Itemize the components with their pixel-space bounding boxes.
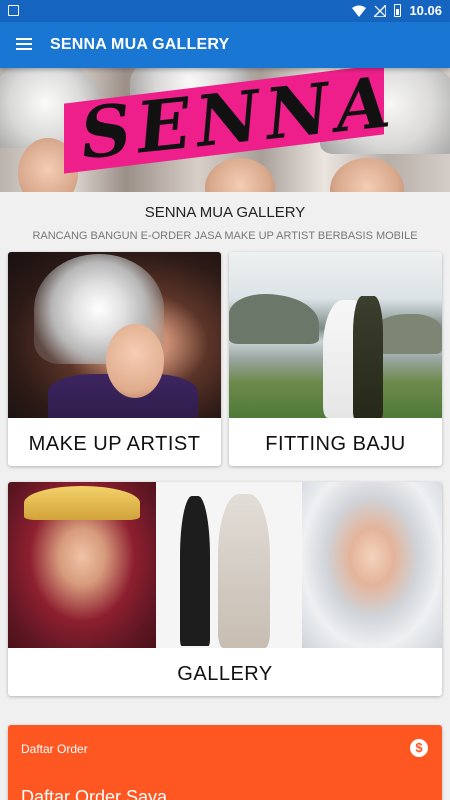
banner-logo: SENNA <box>76 68 400 176</box>
info-subtitle: RANCANG BANGUN E-ORDER JASA MAKE UP ARTI… <box>32 230 418 242</box>
signal-icon <box>374 4 387 17</box>
fitting-baju-label: FITTING BAJU <box>265 433 406 455</box>
status-icons: 10.06 <box>352 3 442 18</box>
gallery-card[interactable]: GALLERY <box>8 482 442 696</box>
status-time: 10.06 <box>409 3 442 18</box>
make-up-artist-image <box>8 252 221 418</box>
status-bar: 10.06 <box>0 0 450 22</box>
dollar-icon: $ <box>410 739 428 757</box>
make-up-artist-card[interactable]: MAKE UP ARTIST <box>8 252 221 466</box>
fitting-baju-card[interactable]: FITTING BAJU <box>229 252 442 466</box>
fitting-baju-image <box>229 252 442 418</box>
app-bar: SENNA MUA GALLERY <box>0 22 450 68</box>
menu-icon[interactable] <box>16 38 32 51</box>
info-title: SENNA MUA GALLERY <box>144 204 306 221</box>
make-up-artist-label: MAKE UP ARTIST <box>28 433 201 455</box>
wifi-icon <box>352 5 367 17</box>
battery-icon <box>394 4 402 17</box>
gallery-photo-1 <box>8 482 156 648</box>
header-banner: SENNA <box>0 68 450 192</box>
order-card-small-label: Daftar Order <box>21 742 88 756</box>
gallery-photo-3 <box>302 482 442 648</box>
gallery-photo-2 <box>156 482 302 648</box>
banner-face-center <box>205 158 275 192</box>
order-list-card[interactable]: Daftar Order $ Daftar Order Saya <box>8 725 442 800</box>
app-title: SENNA MUA GALLERY <box>50 36 230 53</box>
banner-face-right <box>330 158 404 192</box>
gallery-label: GALLERY <box>177 663 273 685</box>
image-notification-icon <box>8 5 19 16</box>
order-card-title: Daftar Order Saya <box>21 787 168 800</box>
gallery-image <box>8 482 442 648</box>
